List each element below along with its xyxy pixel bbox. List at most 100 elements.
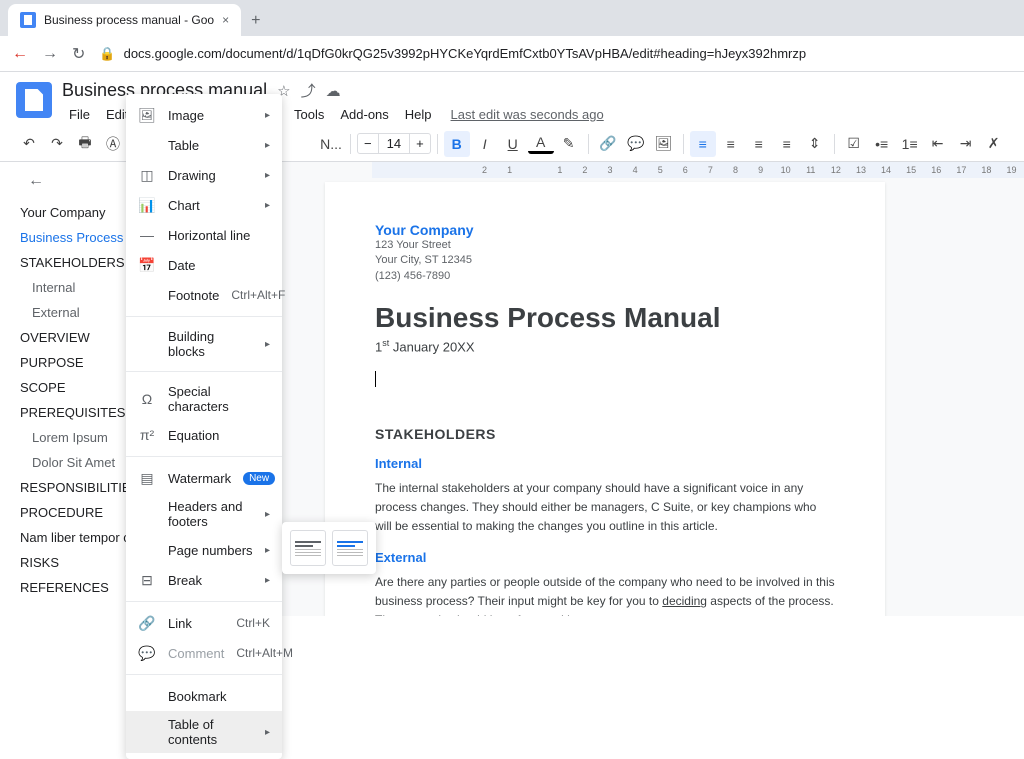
chevron-right-icon: ▸ xyxy=(265,200,270,211)
align-center-icon[interactable]: ≡ xyxy=(718,131,744,157)
bold-icon[interactable]: B xyxy=(444,131,470,157)
clear-format-icon[interactable]: ✗ xyxy=(981,131,1007,157)
insert-toc[interactable]: Table of contents▸ xyxy=(126,711,282,753)
lock-icon: 🔒 xyxy=(99,46,115,62)
browser-tab-strip: Business process manual - Goo × + xyxy=(0,0,1024,36)
chevron-right-icon: ▸ xyxy=(265,575,270,586)
insert-headers-footers[interactable]: Headers and footers▸ xyxy=(126,493,282,535)
close-tab-icon[interactable]: × xyxy=(222,13,229,27)
insert-equation[interactable]: π²Equation xyxy=(126,420,282,450)
chevron-right-icon: ▸ xyxy=(265,339,270,350)
insert-chart[interactable]: 📊Chart▸ xyxy=(126,190,282,220)
browser-tab[interactable]: Business process manual - Goo × xyxy=(8,4,241,36)
insert-menu-dropdown: 🖼Image▸ Table▸ ◫Drawing▸ 📊Chart▸ —Horizo… xyxy=(126,94,282,759)
subsection-heading[interactable]: Internal xyxy=(375,456,835,471)
undo-icon[interactable]: ↶ xyxy=(16,131,42,157)
insert-hr[interactable]: —Horizontal line xyxy=(126,220,282,250)
forward-icon[interactable]: → xyxy=(42,45,58,63)
separator xyxy=(588,134,589,154)
menu-separator xyxy=(126,456,282,457)
cloud-status-icon[interactable]: ☁ xyxy=(326,82,341,100)
subsection-heading[interactable]: External xyxy=(375,550,835,565)
reload-icon[interactable]: ↻ xyxy=(72,44,85,64)
italic-icon[interactable]: I xyxy=(472,131,498,157)
calendar-icon: 📅 xyxy=(138,256,156,274)
align-left-icon[interactable]: ≡ xyxy=(690,131,716,157)
menu-help[interactable]: Help xyxy=(398,103,439,126)
text-color-icon[interactable]: A xyxy=(528,134,554,154)
url-field[interactable]: 🔒 docs.google.com/document/d/1qDfG0krQG2… xyxy=(99,46,1012,62)
image-icon: 🖼 xyxy=(138,106,156,124)
toc-option-links[interactable] xyxy=(332,530,368,566)
toc-icon xyxy=(138,723,156,741)
company-heading[interactable]: Your Company xyxy=(375,222,835,238)
increase-indent-icon[interactable]: ⇥ xyxy=(953,131,979,157)
align-right-icon[interactable]: ≡ xyxy=(746,131,772,157)
insert-building-blocks[interactable]: Building blocks▸ xyxy=(126,323,282,365)
redo-icon[interactable]: ↷ xyxy=(44,131,70,157)
break-icon: ⊟ xyxy=(138,571,156,589)
insert-comment-icon[interactable]: 💬 xyxy=(623,131,649,157)
insert-image-icon[interactable]: 🖼 xyxy=(651,131,677,157)
increase-font-icon[interactable]: + xyxy=(410,134,430,153)
decrease-font-icon[interactable]: − xyxy=(358,134,378,153)
print-icon[interactable]: 🖶 xyxy=(72,131,98,157)
line-spacing-icon[interactable]: ⇕ xyxy=(802,131,828,157)
bullet-list-icon[interactable]: •≡ xyxy=(869,131,895,157)
link-icon: 🔗 xyxy=(138,614,156,632)
paragraph[interactable]: The internal stakeholders at your compan… xyxy=(375,479,835,537)
align-justify-icon[interactable]: ≡ xyxy=(774,131,800,157)
underline-icon[interactable]: U xyxy=(500,131,526,157)
separator xyxy=(350,134,351,154)
last-edit-link[interactable]: Last edit was seconds ago xyxy=(451,107,604,122)
insert-break[interactable]: ⊟Break▸ xyxy=(126,565,282,595)
font-size-stepper[interactable]: − 14 + xyxy=(357,133,431,154)
insert-bookmark[interactable]: Bookmark xyxy=(126,681,282,711)
document-h1[interactable]: Business Process Manual xyxy=(375,302,835,334)
pi-icon: π² xyxy=(138,426,156,444)
insert-watermark[interactable]: ▤WatermarkNew xyxy=(126,463,282,493)
insert-date[interactable]: 📅Date xyxy=(126,250,282,280)
insert-link[interactable]: 🔗LinkCtrl+K xyxy=(126,608,282,638)
font-family-select[interactable]: N... xyxy=(318,131,344,157)
insert-link-icon[interactable]: 🔗 xyxy=(595,131,621,157)
spellcheck-icon[interactable]: Ⓐ xyxy=(100,131,126,157)
insert-page-numbers[interactable]: Page numbers▸ xyxy=(126,535,282,565)
decrease-indent-icon[interactable]: ⇤ xyxy=(925,131,951,157)
toc-submenu xyxy=(282,522,376,574)
bookmark-icon xyxy=(138,687,156,705)
section-heading[interactable]: STAKEHOLDERS xyxy=(375,426,835,442)
insert-special-chars[interactable]: ΩSpecial characters xyxy=(126,378,282,420)
toc-option-plain[interactable] xyxy=(290,530,326,566)
insert-table[interactable]: Table▸ xyxy=(126,130,282,160)
document-page[interactable]: Your Company 123 Your Street Your City, … xyxy=(325,182,885,616)
checklist-icon[interactable]: ☑ xyxy=(841,131,867,157)
chevron-right-icon: ▸ xyxy=(265,140,270,151)
menu-separator xyxy=(126,674,282,675)
menu-addons[interactable]: Add-ons xyxy=(333,103,395,126)
font-size-value[interactable]: 14 xyxy=(378,134,410,153)
insert-footnote[interactable]: FootnoteCtrl+Alt+F xyxy=(126,280,282,310)
docs-logo-icon[interactable] xyxy=(16,82,52,118)
address-line[interactable]: (123) 456-7890 xyxy=(375,269,835,284)
text-cursor xyxy=(375,371,376,387)
document-date[interactable]: 1st January 20XX xyxy=(375,338,835,354)
menu-tools[interactable]: Tools xyxy=(287,103,331,126)
numbered-list-icon[interactable]: 1≡ xyxy=(897,131,923,157)
address-line[interactable]: 123 Your Street xyxy=(375,238,835,253)
paragraph[interactable]: Are there any parties or people outside … xyxy=(375,573,835,616)
menu-separator xyxy=(126,316,282,317)
insert-drawing[interactable]: ◫Drawing▸ xyxy=(126,160,282,190)
address-line[interactable]: Your City, ST 12345 xyxy=(375,253,835,268)
inline-link[interactable]: deciding xyxy=(662,594,707,608)
insert-comment: 💬CommentCtrl+Alt+M xyxy=(126,638,282,668)
docs-favicon xyxy=(20,12,36,28)
insert-image[interactable]: 🖼Image▸ xyxy=(126,100,282,130)
move-icon[interactable]: ⤴ xyxy=(301,80,316,101)
back-icon[interactable]: ← xyxy=(12,45,28,63)
table-icon xyxy=(138,136,156,154)
new-tab-button[interactable]: + xyxy=(241,6,270,36)
highlight-icon[interactable]: ✎ xyxy=(556,131,582,157)
menu-file[interactable]: File xyxy=(62,103,97,126)
chevron-right-icon: ▸ xyxy=(265,727,270,738)
